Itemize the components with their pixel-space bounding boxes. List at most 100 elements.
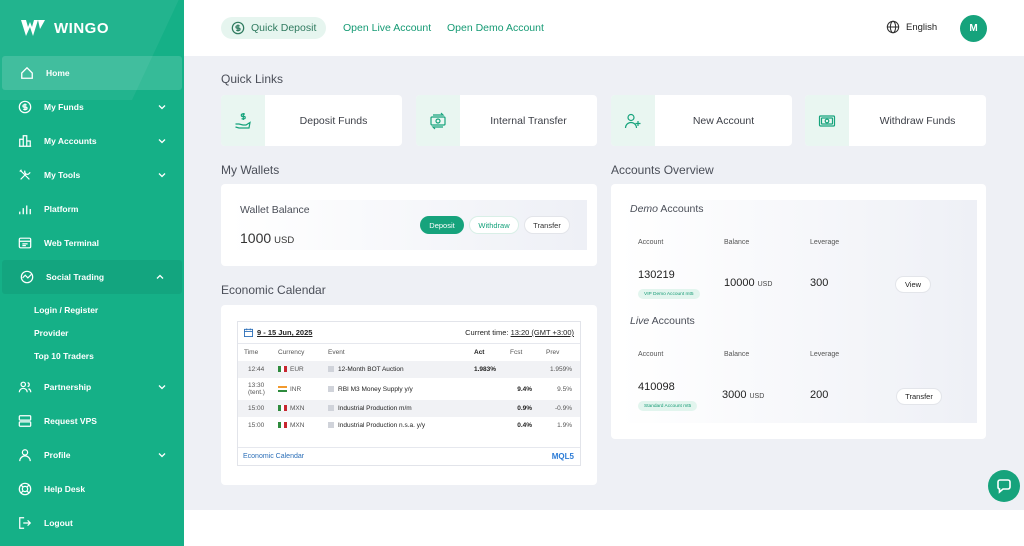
dollar-circle-icon [231,21,245,35]
flag-eu-icon [278,366,287,373]
brand-name: WINGO [54,19,109,37]
wallet-amount-value: 1000 [240,230,272,246]
sidebar-item-home[interactable]: Home [2,56,182,90]
home-icon [20,66,34,80]
row-event: RBI M3 Money Supply y/y [322,378,468,400]
quick-link-withdraw-funds[interactable]: Withdraw Funds [805,95,986,146]
wallet-deposit-button[interactable]: Deposit [420,216,464,234]
quick-link-icon-box [611,95,655,146]
row-event: 12-Month BOT Auction [322,361,468,378]
economic-calendar-title: Economic Calendar [221,283,326,297]
accounts-label: Accounts [649,315,695,327]
submenu-provider[interactable]: Provider [0,321,184,344]
live-label: Live [630,315,650,327]
calendar-date-text: 9 - 15 Jun, 2025 [257,328,313,337]
language-selector[interactable]: English [886,20,937,34]
currency-code: MXN [290,405,305,412]
terminal-icon [18,236,32,250]
accounts-panel: Demo Accounts Account Balance Leverage 1… [620,200,977,423]
chart-icon [18,202,32,216]
quick-links-title: Quick Links [221,72,284,86]
demo-col-account: Account [638,239,664,246]
table-row[interactable]: 12:44 EUR 12-Month BOT Auction 1.983% 1.… [238,361,580,378]
wallet-withdraw-button[interactable]: Withdraw [469,216,519,234]
quick-link-label: New Account [692,114,755,127]
top-bar: Quick Deposit Open Live Account Open Dem… [184,0,1024,56]
submenu-top-10-traders[interactable]: Top 10 Traders [0,344,184,367]
event-name: RBI M3 Money Supply y/y [338,385,413,393]
open-demo-account-link[interactable]: Open Demo Account [447,22,544,34]
quick-link-new-account[interactable]: New Account [611,95,792,146]
sidebar-item-label: Help Desk [44,484,86,494]
bottom-strip [184,510,1024,546]
live-balance-currency: USD [749,393,765,400]
sidebar-item-label: Platform [44,204,79,214]
col-fcst: Fcst [510,349,523,356]
sidebar-item-logout[interactable]: Logout [0,506,184,540]
wallet-balance-panel: Wallet Balance 1000 USD Deposit Withdraw … [230,200,587,250]
sidebar-item-label: My Tools [44,170,81,180]
quick-link-internal-transfer[interactable]: Internal Transfer [416,95,597,146]
row-currency: EUR [272,361,322,378]
sidebar-item-request-vps[interactable]: Request VPS [0,404,184,438]
demo-account-type-badge: VIP Demo Account mt5 [638,289,700,299]
flag-in-icon [278,385,287,392]
sidebar-item-my-tools[interactable]: My Tools [0,158,184,192]
demo-col-balance: Balance [724,239,750,246]
sidebar-item-help-desk[interactable]: Help Desk [0,472,184,506]
current-time-value[interactable]: 13:20 (GMT +3:00) [511,328,574,337]
quick-link-deposit-funds[interactable]: Deposit Funds [221,95,402,146]
sidebar-item-my-accounts[interactable]: My Accounts [0,124,184,158]
row-act [468,378,504,400]
sidebar-item-partnership[interactable]: Partnership [0,370,184,404]
sidebar-item-my-funds[interactable]: My Funds [0,90,184,124]
row-prev: -0.9% [540,400,580,417]
importance-icon [328,405,334,412]
sidebar-item-label: Logout [44,518,73,528]
submenu-login-register[interactable]: Login / Register [0,298,184,321]
wallet-transfer-button[interactable]: Transfer [524,216,570,234]
language-label: English [906,21,938,33]
row-fcst: 0.4% [517,422,533,429]
sidebar-item-platform[interactable]: Platform [0,192,184,226]
calendar-date-range[interactable]: 9 - 15 Jun, 2025 [244,328,312,337]
chevron-down-icon [158,139,166,144]
economic-calendar-widget: 9 - 15 Jun, 2025 Current time: 13:20 (GM… [237,321,581,466]
wallet-currency: USD [274,235,295,246]
brand[interactable]: WINGO [20,16,109,40]
quick-link-label: Internal Transfer [490,114,567,127]
row-fcst [504,361,541,378]
demo-view-button[interactable]: View [895,276,931,293]
avatar[interactable]: M [960,15,987,42]
tools-icon [18,168,32,182]
open-live-account-link[interactable]: Open Live Account [343,22,431,34]
table-row[interactable]: 15:00 MXN Industrial Production m/m 0.9%… [238,400,580,417]
calendar-header: 9 - 15 Jun, 2025 Current time: 13:20 (GM… [238,322,580,344]
sidebar-item-profile[interactable]: Profile [0,438,184,472]
demo-balance: 10000 USD [724,277,772,289]
quick-deposit-button[interactable]: Quick Deposit [221,17,327,39]
chevron-down-icon [158,173,166,178]
economic-calendar-link[interactable]: Economic Calendar [243,453,304,460]
sidebar-item-social-trading[interactable]: Social Trading [2,260,182,294]
accounts-label: Accounts [658,203,704,215]
event-name: Industrial Production m/m [338,405,412,412]
live-accounts-title: Live Accounts [630,315,695,327]
social-icon [20,270,34,284]
currency-code: MXN [290,422,305,429]
live-balance-value: 3000 [722,389,747,401]
col-act: Act [474,349,485,356]
table-row[interactable]: 13:30 (tent.) INR RBI M3 Money Supply y/… [238,378,580,400]
sidebar-item-web-terminal[interactable]: Web Terminal [0,226,184,260]
globe-icon [886,20,900,34]
chat-button[interactable] [988,470,1020,502]
mql5-logo[interactable]: MQL5 [552,452,574,461]
chat-icon [997,479,1011,494]
demo-label: Demo [630,203,659,215]
importance-icon [328,385,334,392]
col-event: Event [328,349,345,356]
live-transfer-button[interactable]: Transfer [896,388,942,405]
table-row[interactable]: 15:00 MXN Industrial Production n.s.a. y… [238,417,580,434]
calendar-icon [244,328,253,337]
demo-leverage: 300 [810,277,829,289]
